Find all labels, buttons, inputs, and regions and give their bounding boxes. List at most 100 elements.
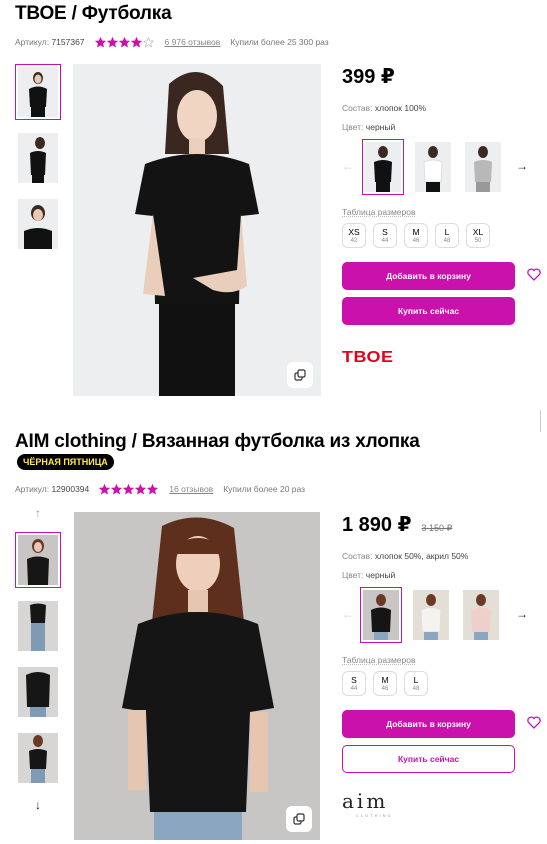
heart-icon[interactable] <box>527 268 541 281</box>
bought-count: Купили более 25 300 раз <box>230 37 329 47</box>
color-selector: ← → <box>342 587 542 643</box>
thumbnail-4[interactable] <box>15 730 61 786</box>
color: Цвет: черный <box>342 570 396 580</box>
size-label: XL <box>472 227 484 237</box>
model-photo <box>122 517 274 840</box>
size-option[interactable]: XS 42 <box>342 223 366 248</box>
thumbnail-1[interactable] <box>15 532 61 588</box>
size-option[interactable]: M 46 <box>373 671 397 696</box>
product-card-2: AIM clothing / Вязанная футболка из хлоп… <box>0 428 547 844</box>
buy-now-button[interactable]: Купить сейчас <box>342 745 515 773</box>
thumbnail-2[interactable] <box>15 598 61 654</box>
thumbnail-2[interactable] <box>15 130 61 186</box>
product-meta: Артикул: 12900394 16 отзывов Купили боле… <box>15 482 305 496</box>
arrow-up-icon[interactable]: ↑ <box>15 504 61 522</box>
star-filled-icon <box>147 483 159 494</box>
size-label: XS <box>348 227 360 237</box>
star-filled-icon <box>106 36 118 47</box>
article: Артикул: 12900394 <box>15 484 90 494</box>
size-ru: 50 <box>474 238 482 244</box>
size-chart-link[interactable]: Таблица размеров <box>342 207 542 217</box>
color-option-pink[interactable] <box>460 587 502 643</box>
color-option-black[interactable] <box>362 139 404 195</box>
size-label: L <box>413 675 419 685</box>
color-option-black[interactable] <box>360 587 402 643</box>
product-meta: Артикул: 7157367 6 976 отзывов Купили бо… <box>15 35 329 49</box>
star-filled-icon <box>99 483 111 494</box>
color-option-white[interactable] <box>410 587 452 643</box>
model-photo-icon <box>423 146 443 192</box>
product-info: 1 890 ₽3 150 ₽ Состав: хлопок 50%, акрил… <box>342 512 542 818</box>
color-option-gray[interactable] <box>462 139 504 195</box>
model-photo-icon <box>30 603 46 651</box>
bought-count: Купили более 20 раз <box>223 484 306 494</box>
arrow-left-icon[interactable]: ← <box>342 607 354 621</box>
price: 399 ₽ <box>342 66 395 88</box>
product-info: 399 ₽ Состав: хлопок 100% Цвет: черный ←… <box>342 64 542 371</box>
arrow-left-icon[interactable]: ← <box>342 159 354 173</box>
add-to-cart-button[interactable]: Добавить в корзину <box>342 262 515 290</box>
size-ru: 48 <box>443 238 451 244</box>
size-label: S <box>351 675 357 685</box>
thumbnail-gallery: ↑ ↓ <box>15 504 61 814</box>
model-photo-icon <box>29 735 47 783</box>
model-photo-icon <box>471 594 491 640</box>
size-selector: S 44 M 46 L 48 <box>342 671 542 696</box>
thumbnail-gallery <box>15 64 61 262</box>
color-selector: ← → <box>342 139 542 195</box>
reviews-link[interactable]: 16 отзывов <box>169 484 213 494</box>
star-filled-icon <box>130 36 142 47</box>
thumbnail-1[interactable] <box>15 64 61 120</box>
size-option[interactable]: XL 50 <box>466 223 490 248</box>
old-price: 3 150 ₽ <box>421 523 453 533</box>
star-filled-icon <box>111 483 123 494</box>
main-product-image[interactable] <box>73 64 321 396</box>
heart-icon[interactable] <box>527 716 541 729</box>
composition: Состав: хлопок 50%, акрил 50% <box>342 551 469 561</box>
arrow-right-icon[interactable]: → <box>516 159 528 173</box>
size-ru: 44 <box>350 686 358 692</box>
rating-stars <box>99 483 159 495</box>
copy-icon <box>294 369 306 381</box>
model-photo-icon <box>420 594 442 640</box>
brand-logo[interactable]: aim CLOTHING <box>342 789 542 818</box>
size-label: M <box>381 675 389 685</box>
brand-logo[interactable]: ТВОЕ <box>342 347 542 371</box>
size-option[interactable]: S 44 <box>373 223 397 248</box>
article-number: 7157367 <box>51 37 85 47</box>
size-selector: XS 42 S 44 M 46 L 48 XL 50 <box>342 223 542 248</box>
model-photo-icon <box>24 205 52 249</box>
model-photo-icon <box>474 146 492 192</box>
article-number: 12900394 <box>51 484 90 494</box>
zoom-button[interactable] <box>287 362 313 388</box>
color-option-white[interactable] <box>412 139 454 195</box>
model-photo-icon <box>26 672 50 717</box>
buy-now-button[interactable]: Купить сейчас <box>342 297 515 325</box>
thumbnail-3[interactable] <box>15 664 61 720</box>
composition: Состав: хлопок 100% <box>342 103 427 113</box>
reviews-link[interactable]: 6 976 отзывов <box>165 37 221 47</box>
promo-badge: ЧЁРНАЯ ПЯТНИЦА <box>17 454 114 470</box>
arrow-down-icon[interactable]: ↓ <box>15 796 61 814</box>
add-to-cart-button[interactable]: Добавить в корзину <box>342 710 515 738</box>
size-ru: 46 <box>381 686 389 692</box>
size-option[interactable]: L 48 <box>435 223 459 248</box>
star-filled-icon <box>135 483 147 494</box>
size-option[interactable]: S 44 <box>342 671 366 696</box>
rating-stars <box>94 36 155 48</box>
thumbnail-3[interactable] <box>15 196 61 252</box>
size-ru: 46 <box>412 238 420 244</box>
size-option[interactable]: M 46 <box>404 223 428 248</box>
star-filled-icon <box>94 36 106 47</box>
size-ru: 48 <box>412 686 420 692</box>
color: Цвет: черный <box>342 122 396 132</box>
size-option[interactable]: L 48 <box>404 671 428 696</box>
arrow-right-icon[interactable]: → <box>516 607 528 621</box>
model-photo-icon <box>27 539 49 585</box>
model-photo-icon <box>29 72 47 117</box>
star-filled-icon <box>123 483 135 494</box>
zoom-button[interactable] <box>286 806 312 832</box>
size-chart-link[interactable]: Таблица размеров <box>342 655 542 665</box>
main-product-image[interactable] <box>74 512 320 840</box>
product-card-1: ТВОЕ / Футболка Артикул: 7157367 6 976 о… <box>0 0 547 420</box>
